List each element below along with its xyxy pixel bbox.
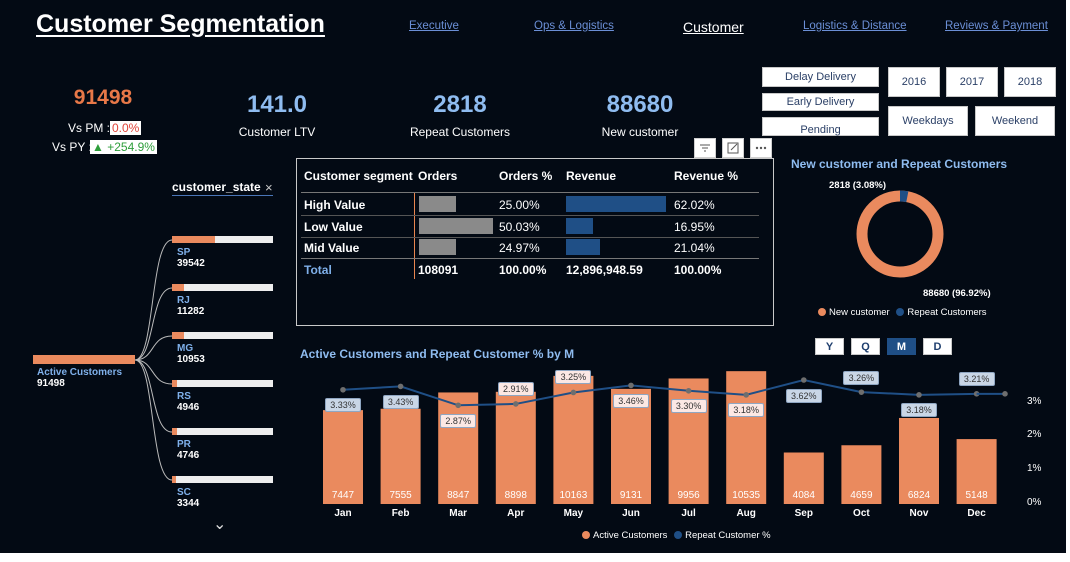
legend-dot-active [582, 531, 590, 540]
repeat-pct-data-label: 3.43% [382, 395, 419, 409]
repeat-pct-data-label: 3.18% [728, 403, 765, 417]
bar-value-label: 6824 [907, 490, 931, 501]
repeat-pct-data-label: 3.25% [555, 370, 592, 384]
repeat-pct-data-label: 2.91% [497, 382, 534, 396]
repeat-pct-point[interactable] [628, 382, 634, 389]
combo-chart: 7447 Jan 7555 Feb 8847 Mar 8898 Apr 10163 May 9131… [0, 0, 1066, 553]
repeat-pct-point [1002, 391, 1008, 397]
repeat-pct-point[interactable] [916, 392, 922, 398]
legend-dot-repeat-pct [674, 531, 683, 540]
bar-value-label: 8898 [504, 490, 527, 501]
repeat-pct-point[interactable] [513, 401, 519, 407]
repeat-pct-data-label: 2.87% [440, 414, 477, 428]
repeat-pct-point[interactable] [801, 377, 807, 383]
x-tick-label: Apr [507, 508, 525, 519]
repeat-pct-data-label: 3.30% [670, 399, 707, 413]
x-tick-label: Aug [736, 508, 756, 519]
x-tick-label: Nov [909, 508, 929, 519]
report-canvas: Customer Segmentation Executive Ops & Lo… [0, 0, 1066, 553]
x-tick-label: Jun [622, 508, 640, 519]
repeat-pct-data-label: 3.62% [785, 389, 822, 403]
repeat-pct-data-label: 3.21% [958, 372, 995, 386]
repeat-pct-point[interactable] [455, 402, 462, 409]
repeat-pct-point[interactable] [340, 386, 346, 393]
bar-active-customers-jul[interactable] [668, 378, 709, 504]
x-tick-label: Oct [853, 508, 870, 519]
x-tick-label: Sep [794, 508, 813, 519]
repeat-pct-data-label: 3.18% [901, 403, 937, 417]
x-tick-label: Mar [449, 508, 468, 519]
x-tick-label: Jul [681, 508, 696, 519]
repeat-pct-data-label: 3.33% [325, 398, 361, 412]
bar-value-label: 10163 [559, 490, 588, 501]
bar-value-label: 7447 [331, 490, 355, 501]
bar-active-customers-apr[interactable] [495, 391, 536, 504]
bar-value-label: 4659 [850, 490, 873, 501]
bar-value-label: 8847 [447, 490, 470, 501]
x-tick-label: Feb [391, 508, 410, 519]
bar-value-label: 4084 [792, 490, 815, 501]
legend-active: Active Customers [593, 530, 668, 541]
y2-tick: 0% [1027, 497, 1042, 508]
bar-value-label: 9956 [677, 490, 700, 501]
repeat-pct-data-label: 3.26% [843, 371, 880, 385]
x-tick-label: May [563, 508, 584, 519]
bar-value-label: 5148 [965, 490, 988, 501]
x-tick-label: Jan [334, 508, 352, 519]
chart-legend: Active Customers Repeat Customer % [582, 530, 771, 541]
y2-tick: 2% [1027, 429, 1042, 440]
repeat-pct-point[interactable] [570, 389, 577, 396]
y2-tick: 1% [1027, 463, 1042, 474]
repeat-pct-point[interactable] [743, 392, 749, 398]
repeat-pct-data-label: 3.46% [613, 394, 649, 408]
repeat-pct-point[interactable] [397, 383, 404, 390]
bar-active-customers-mar[interactable] [438, 392, 479, 504]
repeat-pct-point[interactable] [858, 389, 865, 395]
legend-repeat-pct: Repeat Customer % [685, 530, 771, 541]
repeat-pct-line[interactable] [342, 378, 977, 407]
repeat-pct-point[interactable] [685, 387, 692, 394]
x-tick-label: Dec [967, 508, 986, 519]
bar-value-label: 7555 [389, 490, 412, 501]
bar-value-label: 9131 [619, 490, 643, 501]
y2-tick: 3% [1027, 396, 1042, 407]
bar-value-label: 10535 [732, 490, 761, 501]
combo-chart-svg [323, 371, 1008, 504]
